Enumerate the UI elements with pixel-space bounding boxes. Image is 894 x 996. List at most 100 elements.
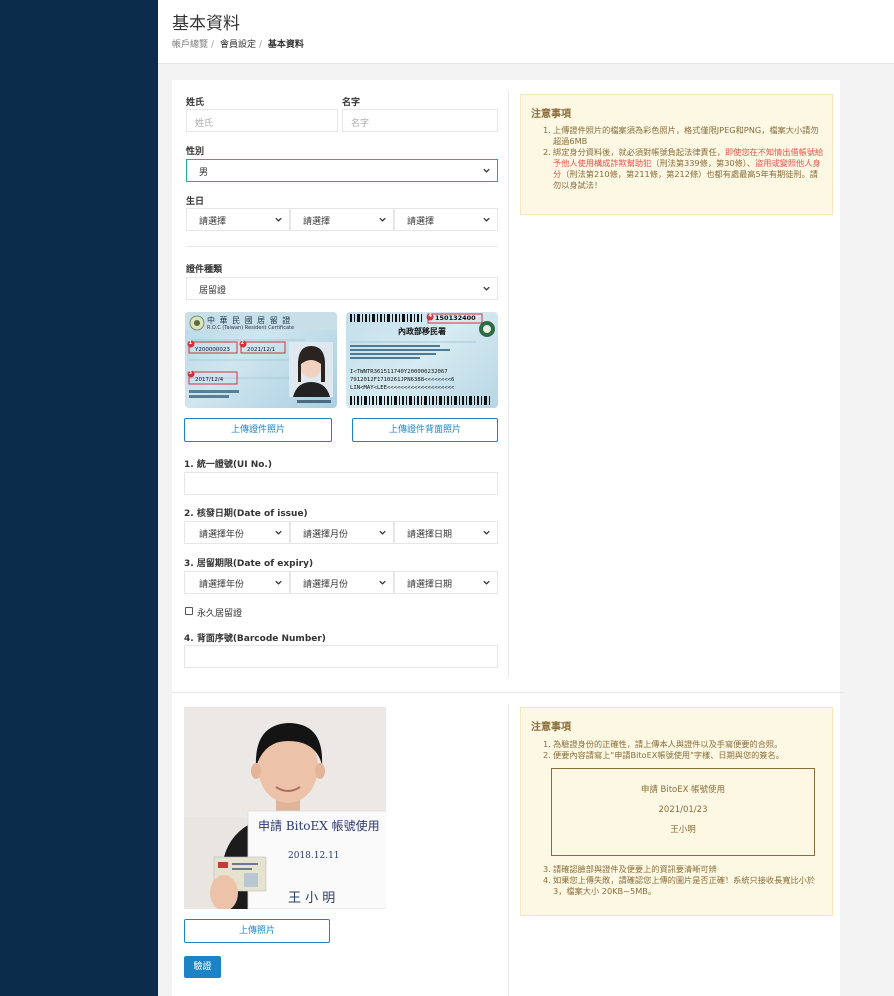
chevron-down-icon (483, 168, 490, 173)
id-back-sample-image: 4 150132400 內政部移民署 I<TWNTR361511740Y2000… (346, 312, 498, 408)
notice-item-text: 綁定身分資料後，就必須對帳號負起法律責任， (553, 147, 725, 157)
name-label: 名字 (342, 98, 361, 108)
issue-year-select[interactable]: 請選擇年份 (184, 521, 290, 544)
section-divider (172, 692, 844, 693)
chevron-down-icon (275, 580, 282, 585)
notice-list: 1. 為驗證身份的正確性，請上傳本人與證件以及手寫便要的合照。 2. 便要內容請寫上… (543, 739, 825, 761)
notice-list-2: 3. 請確認臉部與證件及便要上的資訊要清晰可辨 4. 如果您上傳失敗，請確認您上傳的… (543, 864, 825, 897)
notice-item: 1. 為驗證身份的正確性，請上傳本人與證件以及手寫便要的合照。 (543, 739, 825, 750)
notice-title: 注意事項 (531, 722, 571, 733)
expiry-day-select[interactable]: 請選擇日期 (394, 571, 498, 594)
notice-item-num: 2. (543, 750, 551, 760)
gender-select[interactable]: 男 (186, 159, 498, 182)
divider (186, 246, 498, 247)
notice-item-text: （刑法第210條，第211條，第212條）也都有處最高5年有期徒刑。請勿以身試法… (553, 169, 818, 190)
notice-item: 3. 請確認臉部與證件及便要上的資訊要清晰可辨 (543, 864, 825, 875)
column-divider (508, 90, 509, 678)
birthday-day-value: 請選擇 (407, 217, 435, 227)
birthday-month-select[interactable]: 請選擇 (290, 208, 394, 231)
birthday-year-select[interactable]: 請選擇 (186, 208, 290, 231)
id-front-expiry: 2021/12/1 (247, 347, 276, 353)
sign-date: 2018.12.11 (288, 851, 340, 861)
expiry-year-select[interactable]: 請選擇年份 (184, 571, 290, 594)
id-front-subheader: R.O.C (Taiwan) Resident Certificate (207, 325, 295, 331)
ui-no-input[interactable] (184, 472, 498, 495)
ui-no-label: 1. 統一證號(UI No.) (184, 460, 272, 470)
notice-item-num: 1. (543, 739, 551, 749)
verify-button[interactable]: 驗證 (184, 956, 221, 978)
issue-day-select[interactable]: 請選擇日期 (394, 521, 498, 544)
notice-item-text: 請確認臉部與證件及便要上的資訊要清晰可辨 (553, 864, 717, 874)
notice-item: 4. 如果您上傳失敗，請確認您上傳的圖片是否正確！系統只接收長寬比小於3，檔案大小… (543, 875, 825, 897)
breadcrumb-item-settings[interactable]: 會員設定 (220, 40, 256, 50)
upload-photo-button[interactable]: 上傳照片 (184, 919, 330, 943)
birthday-day-select[interactable]: 請選擇 (394, 208, 498, 231)
id-back-mrz: I<TWNTR361511740Y200000232067 7912012F17… (350, 368, 454, 392)
notice-title: 注意事項 (531, 109, 571, 120)
id-back-mrz-line-3: LIN<MAY<LEE<<<<<<<<<<<<<<<<<<<< (350, 385, 455, 391)
notice-item-text: 便要內容請寫上"申請BitoEX帳號使用"字樣、日期與您的簽名。 (553, 750, 784, 760)
chevron-down-icon (483, 217, 490, 222)
issue-year-value: 請選擇年份 (199, 530, 245, 540)
id-front-sample-image: 中 華 民 國 居 留 證 R.O.C (Taiwan) Resident Ce… (185, 312, 337, 408)
sidebar (0, 0, 158, 996)
birthday-month-value: 請選擇 (303, 217, 331, 227)
page-title: 基本資料 (172, 14, 240, 34)
notice-list: 1. 上傳證件照片的檔案須為彩色照片，格式僅限JPEG和PNG，檔案大小請勿超過6… (543, 125, 825, 191)
issue-month-select[interactable]: 請選擇月份 (290, 521, 394, 544)
notice-box-id: 注意事項 1. 上傳證件照片的檔案須為彩色照片，格式僅限JPEG和PNG，檔案大小… (520, 94, 833, 215)
issue-date-label: 2. 核發日期(Date of issue) (184, 509, 308, 519)
surname-input[interactable]: 姓氏 (186, 109, 338, 132)
barcode-input[interactable] (184, 645, 498, 668)
notice-item: 1. 上傳證件照片的檔案須為彩色照片，格式僅限JPEG和PNG，檔案大小請勿超過6… (543, 125, 825, 147)
notice-item-num: 4. (543, 875, 551, 885)
chevron-down-icon (275, 217, 282, 222)
breadcrumb-item-account[interactable]: 帳戶總覽 (172, 40, 208, 50)
expiry-month-value: 請選擇月份 (303, 580, 349, 590)
issue-day-value: 請選擇日期 (407, 530, 453, 540)
notice-item-text: 為驗證身份的正確性，請上傳本人與證件以及手寫便要的合照。 (553, 739, 783, 749)
chevron-down-icon (275, 530, 282, 535)
id-back-mrz-line-2: 7912012F1710261JPN6388<<<<<<<<6 (350, 377, 455, 383)
chevron-down-icon (483, 530, 490, 535)
birthday-year-value: 請選擇 (199, 217, 227, 227)
id-back-barcode-number: 150132400 (435, 314, 476, 322)
upload-id-front-button[interactable]: 上傳證件照片 (184, 418, 332, 442)
note-example-line-1: 申請 BitoEX 帳號使用 (640, 785, 726, 795)
id-type-label: 證件種類 (186, 265, 223, 275)
chevron-down-icon (379, 217, 386, 222)
breadcrumb: 帳戶總覽 / 會員設定 / 基本資料 (172, 40, 304, 50)
name-input[interactable]: 名字 (342, 109, 498, 132)
note-example-box: 申請 BitoEX 帳號使用 2021/01/23 王小明 (551, 768, 815, 856)
note-example-name: 王小明 (670, 825, 696, 835)
expiry-year-value: 請選擇年份 (199, 580, 245, 590)
permanent-label: 永久居留證 (197, 609, 243, 619)
chevron-down-icon (379, 530, 386, 535)
permanent-checkbox[interactable] (185, 607, 193, 615)
barcode-label: 4. 背面序號(Barcode Number) (184, 634, 326, 644)
selfie-sample-image: 申請 BitoEX 帳號使用 2018.12.11 王 小 明 (184, 707, 386, 909)
id-back-mrz-line-1: I<TWNTR361511740Y200000232067 (350, 369, 448, 375)
id-front-marker-2: 2 (240, 340, 244, 346)
chevron-down-icon (483, 580, 490, 585)
notice-item-num: 1. (543, 125, 551, 135)
notice-item: 2. 綁定身分資料後，就必須對帳號負起法律責任，即使您在不知情出借帳號給予他人使用… (543, 147, 825, 191)
gender-label: 性別 (186, 147, 205, 157)
notice-item-text: 如果您上傳失敗，請確認您上傳的圖片是否正確！系統只接收長寬比小於3，檔案大小 2… (553, 875, 816, 896)
id-type-select[interactable]: 居留證 (186, 277, 498, 300)
id-type-value: 居留證 (199, 286, 227, 296)
notice-item-text: 上傳證件照片的檔案須為彩色照片，格式僅限JPEG和PNG，檔案大小請勿超過6MB (553, 125, 819, 146)
column-divider (508, 704, 509, 996)
notice-item: 2. 便要內容請寫上"申請BitoEX帳號使用"字樣、日期與您的簽名。 (543, 750, 825, 761)
issue-month-value: 請選擇月份 (303, 530, 349, 540)
notice-box-selfie: 注意事項 1. 為驗證身份的正確性，請上傳本人與證件以及手寫便要的合照。 2. 便要… (520, 707, 833, 916)
chevron-down-icon (483, 286, 490, 291)
upload-id-back-button[interactable]: 上傳證件背面照片 (352, 418, 498, 442)
id-back-marker-4: 4 (428, 313, 432, 319)
gender-value: 男 (199, 168, 209, 178)
id-front-issue: 2017/12/4 (195, 377, 224, 383)
note-example-date: 2021/01/23 (658, 805, 708, 815)
breadcrumb-item-current: 基本資料 (267, 40, 304, 50)
notice-item-num: 2. (543, 147, 551, 157)
expiry-month-select[interactable]: 請選擇月份 (290, 571, 394, 594)
